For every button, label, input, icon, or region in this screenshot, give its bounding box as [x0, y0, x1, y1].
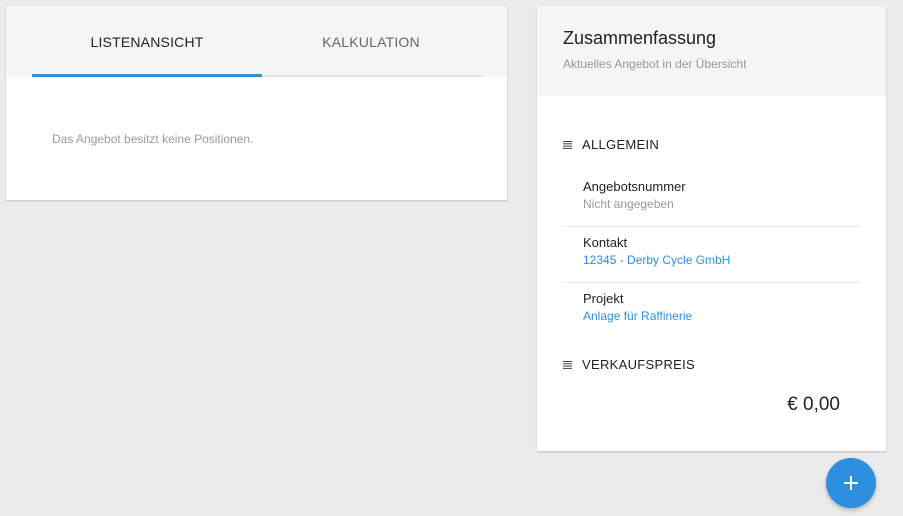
- summary-subtitle: Aktuelles Angebot in der Übersicht: [563, 57, 747, 71]
- summary-card: Zusammenfassung Aktuelles Angebot in der…: [537, 6, 886, 451]
- offer-number-label: Angebotsnummer: [583, 179, 686, 194]
- section-price-heading: VERKAUFSPREIS: [563, 357, 695, 372]
- tab-bar: LISTENANSICHT KALKULATION: [6, 6, 507, 77]
- project-label: Projekt: [583, 291, 624, 306]
- contact-link[interactable]: 12345 - Derby Cycle GmbH: [583, 253, 730, 267]
- add-button[interactable]: [826, 458, 876, 508]
- sale-price-value: € 0,00: [787, 394, 840, 415]
- contact-label: Kontakt: [583, 235, 628, 250]
- empty-state-message: Das Angebot besitzt keine Positionen.: [52, 132, 254, 146]
- project-item: Projekt Anlage für Raffinerie: [563, 282, 860, 338]
- contact-item: Kontakt 12345 - Derby Cycle GmbH: [563, 226, 860, 283]
- project-link[interactable]: Anlage für Raffinerie: [583, 309, 692, 323]
- summary-title: Zusammenfassung: [563, 28, 717, 48]
- plus-icon: [843, 475, 859, 491]
- offer-number-item: Angebotsnummer Nicht angegeben: [563, 170, 860, 227]
- positions-card: LISTENANSICHT KALKULATION Das Angebot be…: [6, 6, 507, 200]
- active-tab-indicator: [32, 74, 262, 77]
- summary-header: Zusammenfassung Aktuelles Angebot in der…: [537, 6, 886, 96]
- offer-number-value: Nicht angegeben: [583, 197, 674, 211]
- tab-calculation[interactable]: KALKULATION: [256, 6, 486, 77]
- section-price-label: VERKAUFSPREIS: [582, 357, 695, 372]
- section-general-label: ALLGEMEIN: [582, 137, 660, 152]
- tab-list-view[interactable]: LISTENANSICHT: [32, 6, 262, 77]
- section-general-heading: ALLGEMEIN: [563, 137, 659, 152]
- list-icon: [563, 140, 572, 149]
- list-icon: [563, 360, 572, 369]
